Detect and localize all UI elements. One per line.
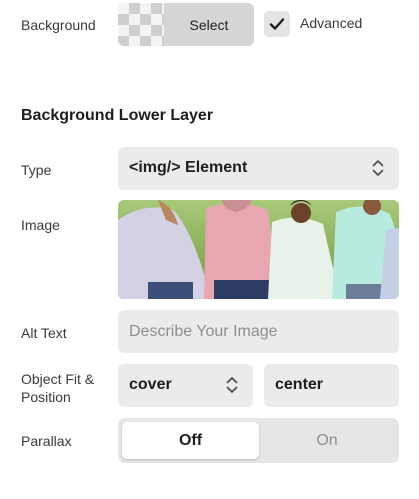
parallax-off-option[interactable]: Off [122,422,259,459]
image-preview[interactable] [118,200,399,299]
chevron-up-down-icon [226,377,238,393]
object-fit-select[interactable]: cover [118,364,253,407]
parallax-on-option[interactable]: On [259,422,395,459]
alt-text-label: Alt Text [21,325,67,341]
object-fit-label: Object Fit & Position [21,370,94,406]
type-select[interactable]: <img/> Element [118,147,399,190]
checkmark-icon [269,18,285,30]
type-select-value: <img/> Element [129,159,248,176]
parallax-label: Parallax [21,433,72,449]
advanced-checkbox[interactable] [264,11,290,37]
object-fit-select-value: cover [129,376,172,393]
transparent-preview-swatch [118,3,164,46]
select-background-button[interactable]: Select [164,3,254,46]
object-fit-label-line2: Position [21,389,71,405]
advanced-label: Advanced [300,15,363,31]
object-position-input[interactable]: center [264,364,399,407]
image-thumbnail-photo [118,200,399,299]
parallax-toggle: Off On [118,418,399,463]
section-title: Background Lower Layer [21,107,214,124]
image-label: Image [21,217,60,233]
chevron-up-down-icon [372,160,384,176]
object-fit-label-line1: Object Fit & [21,371,95,387]
type-label: Type [21,162,52,178]
background-picker[interactable]: Select [118,3,254,46]
background-label: Background [21,17,96,33]
object-position-value: center [275,376,324,393]
alt-text-input[interactable] [118,310,399,353]
